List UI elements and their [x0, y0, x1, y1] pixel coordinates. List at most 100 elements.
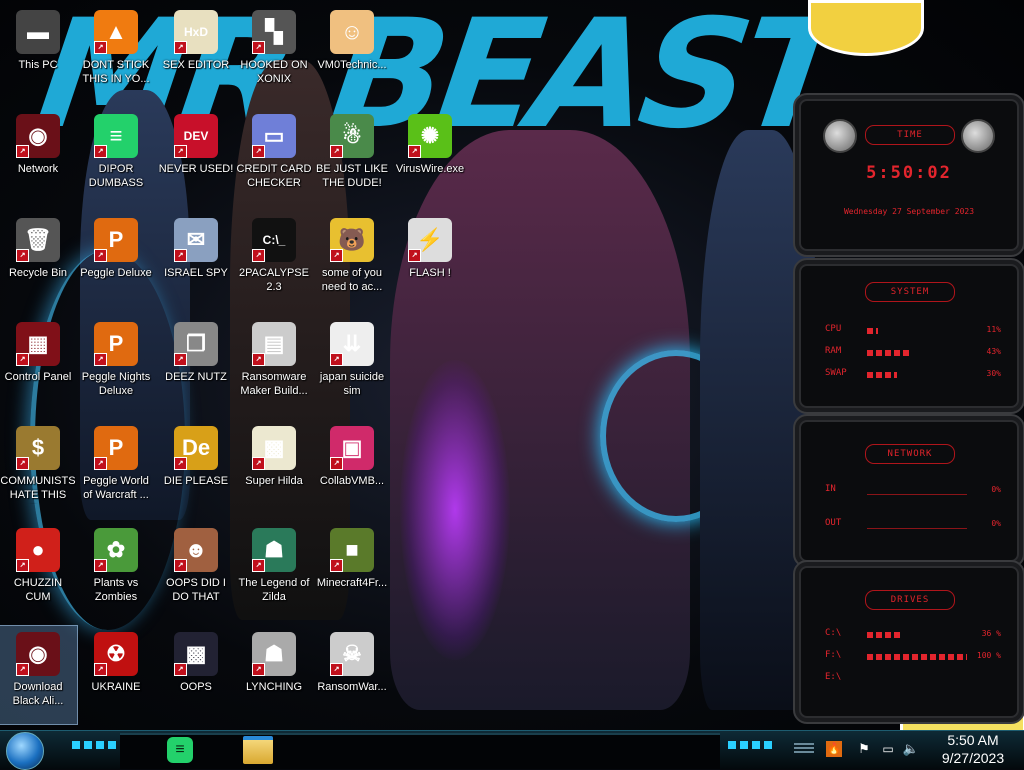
desktop-icon[interactable]: P ↗ Peggle Deluxe: [77, 212, 155, 310]
shortcut-arrow-icon: ↗: [174, 41, 187, 54]
desktop-icon[interactable]: ◉ ↗ Network: [0, 108, 77, 206]
desktop-icon[interactable]: C:\_ ↗ 2PACALYPSE 2.3: [235, 212, 313, 310]
desktop-icon-label: LYNCHING: [245, 681, 303, 693]
app-icon: ☗ ↗: [252, 528, 296, 572]
shortcut-arrow-icon: ↗: [252, 559, 265, 572]
desktop-icon-label: UKRAINE: [91, 681, 141, 693]
desktop-icon[interactable]: ❐ ↗ DEEZ NUTZ: [157, 316, 235, 414]
desktop-icon[interactable]: ⇊ ↗ japan suicide sim: [313, 316, 391, 414]
network-gadget[interactable]: NETWORK IN 0% OUT 0%: [793, 414, 1024, 568]
desktop-icon[interactable]: P ↗ Peggle World of Warcraft ...: [77, 420, 155, 518]
folder-icon: [243, 736, 273, 764]
alien-icon-left: [823, 119, 857, 153]
network-tray-icon[interactable]: ▭: [880, 741, 896, 757]
gadget-row-label: IN: [825, 484, 836, 494]
drives-gadget-title: DRIVES: [865, 590, 955, 610]
sticker-top-right: [808, 0, 924, 56]
desktop-icon[interactable]: ☺ VM0Technic...: [313, 4, 391, 102]
taskbar-decor-right: [728, 741, 772, 749]
desktop-icon[interactable]: ■ ↗ Minecraft4Fr...: [313, 522, 391, 620]
app-icon: ▣ ↗: [330, 426, 374, 470]
gadget-row-value: 11%: [986, 325, 1001, 334]
desktop-icon[interactable]: ▲ ↗ DONT STICK THIS IN YO...: [77, 4, 155, 102]
app-icon: 🐻 ↗: [330, 218, 374, 262]
flag-icon[interactable]: ⚑: [856, 741, 872, 757]
desktop-icon[interactable]: ☗ ↗ LYNCHING: [235, 626, 313, 724]
drives-gadget[interactable]: DRIVES C:\ 36 % F:\ 100 % E:\: [793, 560, 1024, 724]
desktop-icon[interactable]: HxD ↗ SEX EDITOR: [157, 4, 235, 102]
desktop-icon[interactable]: 🗑 ↗ Recycle Bin: [0, 212, 77, 310]
spotify-taskbar-button[interactable]: ≡: [160, 735, 200, 765]
desktop-icon[interactable]: ☃ ↗ BE JUST LIKE THE DUDE!: [313, 108, 391, 206]
desktop-icon[interactable]: ▩ ↗ OOPS: [157, 626, 235, 724]
taskbar: ≡ 🔥 ⚑ ▭ 🔈 5:50 AM 9/27/2023: [0, 730, 1024, 770]
gadget-row-meter-fill: [867, 654, 967, 660]
desktop-icon[interactable]: P ↗ Peggle Nights Deluxe: [77, 316, 155, 414]
desktop-icon[interactable]: ▚ ↗ HOOKED ON XONIX: [235, 4, 313, 102]
desktop-icon[interactable]: ≡ ↗ DIPOR DUMBASS: [77, 108, 155, 206]
desktop-icon[interactable]: ▣ ↗ CollabVMB...: [313, 420, 391, 518]
desktop-icon[interactable]: ▦ ↗ Control Panel: [0, 316, 77, 414]
gadget-date: Wednesday 27 September 2023: [843, 207, 975, 216]
desktop-icon[interactable]: ☢ ↗ UKRAINE: [77, 626, 155, 724]
shortcut-arrow-icon: ↗: [174, 353, 187, 366]
start-button[interactable]: [6, 732, 44, 770]
desktop-icon-label: Plants vs Zombies: [93, 577, 139, 603]
gadget-row-value: 100 %: [976, 651, 1001, 660]
shortcut-arrow-icon: ↗: [252, 457, 265, 470]
desktop-icon[interactable]: ☗ ↗ The Legend of Zilda: [235, 522, 313, 620]
system-gadget[interactable]: SYSTEM CPU 11% RAM 43% SWAP 30%: [793, 258, 1024, 414]
desktop-icon[interactable]: ● ↗ CHUZZIN CUM: [0, 522, 77, 620]
desktop-icon[interactable]: ☻ ↗ OOPS DID I DO THAT: [157, 522, 235, 620]
file-explorer-taskbar-button[interactable]: [238, 735, 278, 765]
desktop-icon[interactable]: ✺ ↗ VirusWire.exe: [391, 108, 469, 206]
system-gadget-title: SYSTEM: [865, 282, 955, 302]
app-icon: ☠ ↗: [330, 632, 374, 676]
gadget-row-value: 30%: [986, 369, 1001, 378]
desktop-icon-label: OOPS: [180, 681, 212, 693]
shortcut-arrow-icon: ↗: [174, 145, 187, 158]
desktop-icon[interactable]: De ↗ DIE PLEASE: [157, 420, 235, 518]
shortcut-arrow-icon: ↗: [330, 559, 343, 572]
taskbar-clock[interactable]: 5:50 AM 9/27/2023: [926, 731, 1020, 769]
desktop-icon[interactable]: 🐻 ↗ some of you need to ac...: [313, 212, 391, 310]
desktop-icon[interactable]: ▬ This PC: [0, 4, 77, 102]
app-icon: ☃ ↗: [330, 114, 374, 158]
gadget-row-label: F:\: [825, 650, 842, 660]
shortcut-arrow-icon: ↗: [16, 559, 29, 572]
shortcut-arrow-icon: ↗: [94, 663, 107, 676]
time-gadget[interactable]: TIME 5:50:02 Wednesday 27 September 2023: [793, 93, 1024, 257]
desktop-icon-label: Peggle Nights Deluxe: [81, 371, 151, 397]
tray-handle-icon[interactable]: [794, 743, 814, 755]
desktop-icon[interactable]: ◉ ↗ Download Black Ali...: [0, 625, 78, 725]
desktop-icon[interactable]: $↗ COMMUNISTS HATE THIS G...: [0, 420, 77, 518]
app-icon: ◉ ↗: [16, 114, 60, 158]
app-icon: DEV ↗: [174, 114, 218, 158]
desktop-icon[interactable]: ▩ ↗ Super Hilda: [235, 420, 313, 518]
spotify-icon: ≡: [167, 737, 193, 763]
app-icon: P ↗: [94, 322, 138, 366]
desktop-icon[interactable]: ▤ ↗ Ransomware Maker Build...: [235, 316, 313, 414]
desktop-icon[interactable]: ✿ ↗ Plants vs Zombies: [77, 522, 155, 620]
shortcut-arrow-icon: ↗: [16, 353, 29, 366]
app-icon: ▩ ↗: [252, 426, 296, 470]
shortcut-arrow-icon: ↗: [252, 663, 265, 676]
gadget-row-value: 36 %: [981, 629, 1001, 638]
volume-icon[interactable]: 🔈: [902, 741, 920, 757]
shortcut-arrow-icon: ↗: [94, 249, 107, 262]
shortcut-arrow-icon: ↗: [408, 145, 421, 158]
app-icon: ▬: [16, 10, 60, 54]
tray-app-icon[interactable]: 🔥: [826, 741, 842, 757]
desktop-icon-label: COMMUNISTS HATE THIS G...: [0, 475, 76, 504]
desktop-icon-label: RansomWar...: [317, 681, 387, 693]
desktop-icon-label: 2PACALYPSE 2.3: [239, 267, 309, 293]
gadget-row-label: E:\: [825, 672, 842, 682]
desktop-icon[interactable]: DEV ↗ NEVER USED!: [157, 108, 235, 206]
shortcut-arrow-icon: ↗: [174, 457, 187, 470]
clock-time: 5:50 AM: [947, 732, 999, 748]
desktop-icon-label: DEEZ NUTZ: [165, 371, 227, 383]
desktop-icon[interactable]: ✉ ↗ ISRAEL SPY: [157, 212, 235, 310]
desktop-icon[interactable]: ▭ ↗ CREDIT CARD CHECKER: [235, 108, 313, 206]
desktop-icon[interactable]: ⚡ ↗ FLASH !: [391, 212, 469, 310]
desktop-icon[interactable]: ☠ ↗ RansomWar...: [313, 626, 391, 724]
